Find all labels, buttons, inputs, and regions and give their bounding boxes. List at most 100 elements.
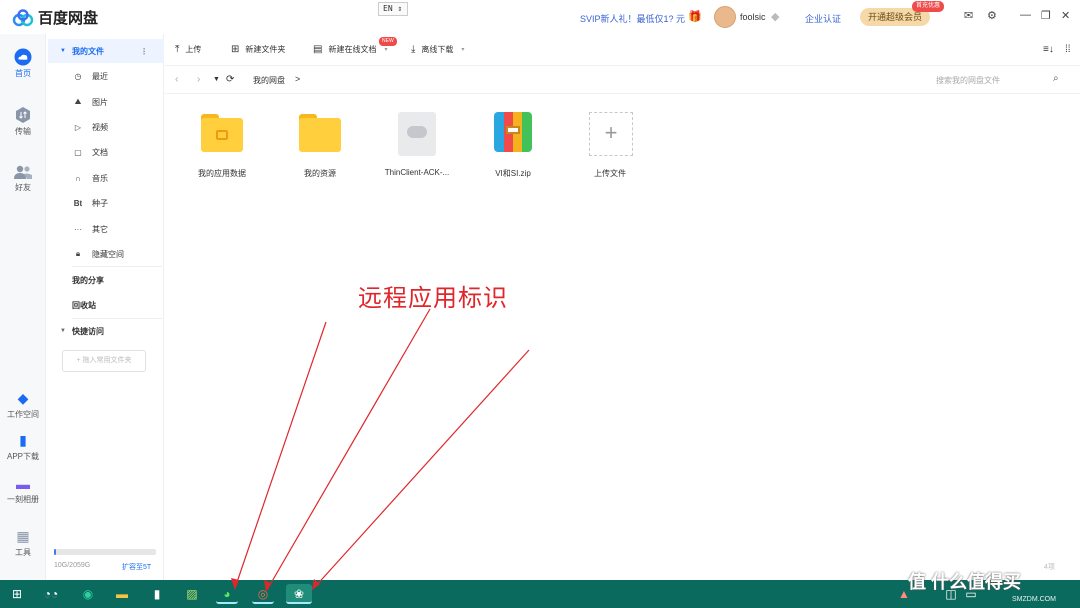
- chevron-down-icon: ▾: [461, 47, 465, 53]
- sort-button[interactable]: ≡↓: [1043, 44, 1060, 55]
- toolbar: ⤒ 上传 ⊞ 新建文件夹 ▤ 新建在线文档 ▾ NEW ⤓ 离线下载 ▾ ≡↓ ⁞⁞: [165, 34, 1080, 66]
- music-icon: ∩: [75, 173, 81, 183]
- transfer-icon: [16, 107, 30, 123]
- close-icon[interactable]: ✕: [1061, 9, 1070, 22]
- rail-item-app-download[interactable]: ▮ APP下载: [0, 432, 46, 462]
- rail-item-tools[interactable]: ▦ 工具: [0, 528, 46, 558]
- rail-item-friends[interactable]: 好友: [0, 164, 46, 193]
- svip-promo-link[interactable]: SVIP新人礼！最低仅1? 元: [580, 12, 685, 25]
- more-icon: ···: [74, 224, 82, 234]
- wechat-remote-icon[interactable]: ◕: [216, 584, 238, 604]
- refresh-icon[interactable]: ⟳: [226, 74, 234, 85]
- watermark-subtext: SMZDM.COM: [1012, 596, 1056, 603]
- sidebar-item-recycle-bin[interactable]: 回收站: [48, 293, 164, 317]
- new-folder-icon: ⊞: [231, 44, 240, 55]
- new-online-doc-button[interactable]: ▤ 新建在线文档 ▾: [313, 44, 387, 55]
- file-item[interactable]: ThinClient-ACK-...: [372, 112, 462, 177]
- caret-down-icon: ▼: [60, 48, 66, 54]
- edge-icon[interactable]: ◉: [77, 584, 99, 604]
- mail-icon[interactable]: ✉: [964, 9, 973, 22]
- chevron-down-icon: ▾: [384, 47, 388, 53]
- more-options-icon[interactable]: ⋮: [140, 47, 148, 56]
- notepad-icon[interactable]: ▨: [181, 584, 203, 604]
- file-item[interactable]: VI和SI.zip: [468, 112, 558, 179]
- forward-icon[interactable]: ›: [197, 74, 200, 85]
- plus-icon: +: [589, 112, 633, 156]
- windows-start-icon[interactable]: ⊞: [6, 584, 28, 604]
- ime-indicator[interactable]: EN ⇕: [378, 2, 408, 16]
- album-icon: ▬: [16, 476, 30, 492]
- rail-item-transfer[interactable]: 传输: [0, 106, 46, 137]
- sort-icon: ≡↓: [1043, 44, 1054, 55]
- sidebar-item-other[interactable]: ··· 其它: [48, 217, 164, 241]
- app-logo: 百度网盘: [12, 7, 98, 28]
- document-icon: ▢: [74, 147, 82, 157]
- item-count: 4项: [1044, 564, 1055, 571]
- offline-download-button[interactable]: ⤓ 离线下载 ▾: [411, 44, 464, 55]
- sidebar-item-music[interactable]: ∩ 音乐: [48, 166, 164, 190]
- expand-storage-link[interactable]: 扩容至5T: [122, 562, 151, 572]
- avatar[interactable]: [714, 6, 736, 28]
- file-item[interactable]: 我的应用数据: [177, 112, 267, 179]
- storage-quota-bar: [54, 549, 156, 555]
- search-icon[interactable]: ⌕: [1053, 73, 1059, 84]
- upload-button[interactable]: ⤒ 上传: [175, 44, 201, 55]
- sidebar-item-documents[interactable]: ▢ 文档: [48, 140, 164, 164]
- storage-quota-text: 10G/2059G: [54, 562, 91, 569]
- search-input[interactable]: 搜索我的网盘文件: [936, 75, 1000, 86]
- sidebar-item-hidden-space[interactable]: 🔒︎ 隐藏空间: [48, 242, 164, 266]
- view-grid-button[interactable]: ⁞⁞: [1065, 44, 1077, 55]
- baidu-netdisk-window: 百度网盘 EN ⇕ SVIP新人礼！最低仅1? 元 🎁 foolsic ◆ 企业…: [0, 0, 1080, 580]
- title-bar: 百度网盘 EN ⇕ SVIP新人礼！最低仅1? 元 🎁 foolsic ◆ 企业…: [0, 0, 1080, 34]
- sidebar: ▼ 我的文件 ⋮ ◷ 最近 ⛰ 图片 ▷ 视频 ▢ 文档 ∩ 音乐 Bt 种子 ··· 其它 …: [48, 34, 164, 580]
- lock-icon: 🔒︎: [75, 249, 81, 258]
- friends-icon: [14, 165, 32, 179]
- upload-file-item[interactable]: + 上传文件: [565, 112, 655, 179]
- pin-folder-dropzone[interactable]: + 拖入常用文件夹: [62, 350, 146, 372]
- gift-icon[interactable]: 🎁: [688, 10, 702, 23]
- clock-icon: ◷: [74, 71, 82, 81]
- restore-icon[interactable]: ❐: [1041, 9, 1051, 22]
- sidebar-item-my-share[interactable]: 我的分享: [48, 268, 164, 292]
- upload-icon: ⤒: [175, 44, 180, 55]
- sidebar-item-torrents[interactable]: Bt 种子: [48, 191, 164, 215]
- storage-quota-fill: [54, 549, 56, 555]
- folder-app-icon: [199, 112, 245, 156]
- sidebar-item-quick-access[interactable]: ▼ 快捷访问: [48, 319, 164, 343]
- workspace-icon: ◆: [17, 390, 29, 406]
- download-icon: ⤓: [411, 44, 416, 55]
- file-item[interactable]: 我的资源: [275, 112, 365, 179]
- back-icon[interactable]: ‹: [175, 74, 178, 85]
- minimize-icon[interactable]: —: [1020, 9, 1031, 21]
- folder-icon: [297, 112, 343, 156]
- phone-icon: ▮: [19, 432, 27, 448]
- terminal-icon[interactable]: ▮: [146, 584, 168, 604]
- rail-item-album[interactable]: ▬ 一刻相册: [0, 476, 46, 505]
- file-explorer-icon[interactable]: ▬: [111, 584, 133, 604]
- divider: [72, 266, 162, 267]
- baidu-netdisk-remote-icon[interactable]: ❀: [286, 584, 312, 604]
- breadcrumb-separator: >: [295, 74, 301, 84]
- enterprise-verify-link[interactable]: 企业认证: [805, 12, 841, 25]
- video-icon: ▷: [74, 122, 82, 132]
- first-charge-badge: 首充优惠: [912, 1, 945, 12]
- watermark: 值 什么值得买: [908, 572, 1022, 592]
- tools-icon: ▦: [16, 528, 30, 544]
- task-view-icon[interactable]: ◔◔: [40, 584, 62, 604]
- sidebar-item-videos[interactable]: ▷ 视频: [48, 115, 164, 139]
- sidebar-item-recent[interactable]: ◷ 最近: [48, 64, 164, 88]
- baidu-netdisk-logo-icon: [12, 8, 34, 26]
- new-folder-button[interactable]: ⊞ 新建文件夹: [231, 44, 285, 55]
- image-icon: ⛰: [74, 97, 82, 106]
- sidebar-item-my-files[interactable]: ▼ 我的文件 ⋮: [48, 39, 164, 63]
- history-dropdown-icon[interactable]: ▼: [213, 76, 220, 83]
- rail-item-workspace[interactable]: ◆ 工作空间: [0, 390, 46, 420]
- chrome-remote-icon[interactable]: ◎: [252, 584, 274, 604]
- username[interactable]: foolsic: [740, 12, 766, 22]
- cloud-icon: [14, 48, 32, 66]
- diamond-icon: ◆: [771, 11, 780, 23]
- settings-icon[interactable]: ⚙: [987, 9, 997, 22]
- rail-item-home[interactable]: 首页: [0, 48, 46, 79]
- sidebar-item-images[interactable]: ⛰ 图片: [48, 90, 164, 114]
- breadcrumb[interactable]: 我的网盘: [253, 75, 285, 86]
